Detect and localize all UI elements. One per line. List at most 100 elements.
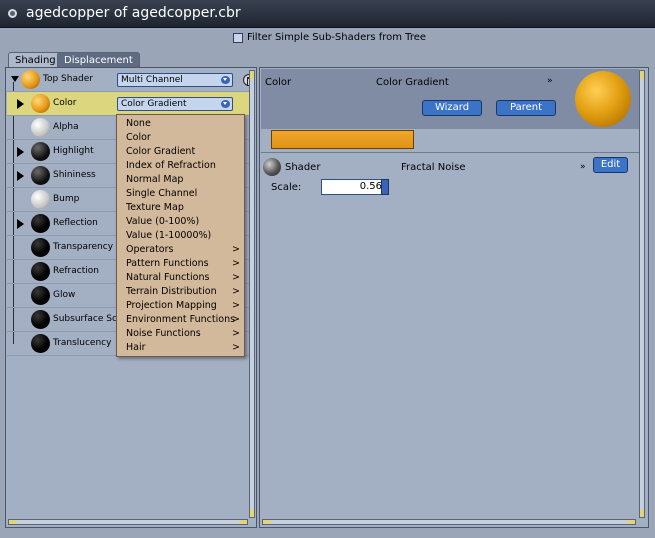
highlight-ball-icon (31, 142, 50, 161)
material-preview-icon (575, 71, 631, 127)
menu-item-label: Normal Map (126, 174, 184, 185)
menu-item-single-channel[interactable]: Single Channel (117, 188, 244, 202)
menu-item-label: Value (0-100%) (126, 216, 200, 227)
shader-detail-panel: Color Color Gradient » Wizard Parent Sha… (259, 67, 649, 528)
scroll-up-handle[interactable] (250, 71, 254, 79)
tree-label: Transparency (53, 242, 114, 252)
scroll-right-handle[interactable] (627, 520, 635, 524)
menu-item-label: Texture Map (126, 202, 184, 213)
scroll-right-handle[interactable] (239, 520, 247, 524)
menu-item-projection-mapping[interactable]: Projection Mapping > (117, 300, 244, 314)
expand-icon[interactable] (17, 171, 24, 181)
menu-item-label: Terrain Distribution (126, 286, 217, 297)
wizard-button[interactable]: Wizard (422, 100, 482, 116)
scroll-down-handle[interactable] (250, 509, 254, 517)
tree-vertical-scrollbar[interactable] (249, 70, 255, 518)
detail-header: Color Color Gradient » Wizard Parent (261, 69, 639, 129)
menu-item-color[interactable]: Color (117, 132, 244, 146)
menu-item-value-percent[interactable]: Value (0-100%) (117, 216, 244, 230)
scale-label: Scale: (271, 182, 302, 193)
submenu-arrow-icon: > (232, 286, 240, 297)
chevron-double-down-icon[interactable]: » (580, 162, 586, 172)
menu-item-label: Hair (126, 342, 146, 353)
tree-row-top-shader[interactable]: Top Shader Multi Channel (7, 68, 255, 92)
tree-label: Highlight (53, 146, 94, 156)
channel-name: Color (265, 77, 292, 88)
scroll-down-handle[interactable] (640, 509, 644, 517)
menu-item-environment-functions[interactable]: Environment Functions > (117, 314, 244, 328)
color-ball-icon (31, 94, 50, 113)
tree-label: Shininess (53, 170, 96, 180)
edit-button[interactable]: Edit (593, 157, 628, 173)
chevron-down-icon (221, 100, 230, 108)
menu-item-label: Operators (126, 244, 174, 255)
chevron-double-down-icon[interactable]: » (547, 76, 553, 86)
detail-vertical-scrollbar[interactable] (639, 70, 645, 518)
tree-label: Glow (53, 290, 76, 300)
menu-item-operators[interactable]: Operators > (117, 244, 244, 258)
menu-item-label: Single Channel (126, 188, 198, 199)
collapse-icon[interactable] (11, 76, 19, 82)
menu-item-hair[interactable]: Hair > (117, 342, 244, 356)
submenu-arrow-icon: > (232, 342, 240, 353)
expand-icon[interactable] (17, 219, 24, 229)
submenu-arrow-icon: > (232, 314, 240, 325)
tab-displacement[interactable]: Displacement (57, 52, 140, 68)
parent-button[interactable]: Parent (496, 100, 556, 116)
submenu-arrow-icon: > (232, 258, 240, 269)
chevron-down-icon (221, 76, 230, 84)
tree-row-color[interactable]: Color Color Gradient (7, 92, 250, 116)
shininess-ball-icon (31, 166, 50, 185)
menu-item-label: Color Gradient (126, 146, 196, 157)
top-shader-ball-icon (21, 70, 40, 89)
filter-label: Filter Simple Sub-Shaders from Tree (247, 32, 427, 43)
expand-icon[interactable] (17, 99, 24, 109)
menu-item-label: Color (126, 132, 151, 143)
submenu-arrow-icon: > (232, 328, 240, 339)
color-gradient-swatch[interactable] (271, 130, 414, 149)
translucency-ball-icon (31, 334, 50, 353)
menu-item-natural-functions[interactable]: Natural Functions > (117, 272, 244, 286)
title-bar: agedcopper of agedcopper.cbr (0, 0, 655, 28)
top-shader-dropdown[interactable]: Multi Channel (117, 73, 233, 87)
menu-item-label: Environment Functions (126, 314, 236, 325)
menu-item-texture-map[interactable]: Texture Map (117, 202, 244, 216)
menu-item-label: Natural Functions (126, 272, 210, 283)
menu-item-label: Projection Mapping (126, 300, 217, 311)
shader-value: Fractal Noise (401, 162, 466, 173)
menu-item-none[interactable]: None (117, 118, 244, 132)
menu-item-value-large[interactable]: Value (1-10000%) (117, 230, 244, 244)
channel-type: Color Gradient (376, 77, 449, 88)
tree-label: Top Shader (43, 74, 93, 84)
scale-stepper-icon[interactable] (381, 179, 389, 195)
detail-horizontal-scrollbar[interactable] (262, 519, 636, 525)
tree-horizontal-scrollbar[interactable] (8, 519, 248, 525)
transparency-ball-icon (31, 238, 50, 257)
menu-item-normal-map[interactable]: Normal Map (117, 174, 244, 188)
tree-label: Bump (53, 194, 80, 204)
tree-label: Color (53, 98, 77, 108)
menu-item-index-of-refraction[interactable]: Index of Refraction (117, 160, 244, 174)
shader-type-menu: None Color Color Gradient Index of Refra… (116, 114, 245, 357)
expand-icon[interactable] (17, 147, 24, 157)
divider (261, 152, 639, 153)
tab-shading[interactable]: Shading (8, 52, 63, 68)
glow-ball-icon (31, 286, 50, 305)
dropdown-value: Color Gradient (121, 99, 187, 109)
tree-label: Translucency (53, 338, 112, 348)
scroll-left-handle[interactable] (263, 520, 271, 524)
scale-input[interactable]: 0.56 (321, 179, 389, 195)
filter-checkbox[interactable] (233, 33, 243, 43)
bump-ball-icon (31, 190, 50, 209)
menu-item-noise-functions[interactable]: Noise Functions > (117, 328, 244, 342)
menu-item-label: Index of Refraction (126, 160, 216, 171)
color-type-dropdown[interactable]: Color Gradient (117, 97, 233, 111)
alpha-ball-icon (31, 118, 50, 137)
subsurface-ball-icon (31, 310, 50, 329)
menu-item-color-gradient[interactable]: Color Gradient (117, 146, 244, 160)
scroll-up-handle[interactable] (640, 71, 644, 79)
window-close-icon[interactable] (8, 9, 17, 18)
menu-item-terrain-distribution[interactable]: Terrain Distribution > (117, 286, 244, 300)
menu-item-pattern-functions[interactable]: Pattern Functions > (117, 258, 244, 272)
scroll-left-handle[interactable] (9, 520, 17, 524)
